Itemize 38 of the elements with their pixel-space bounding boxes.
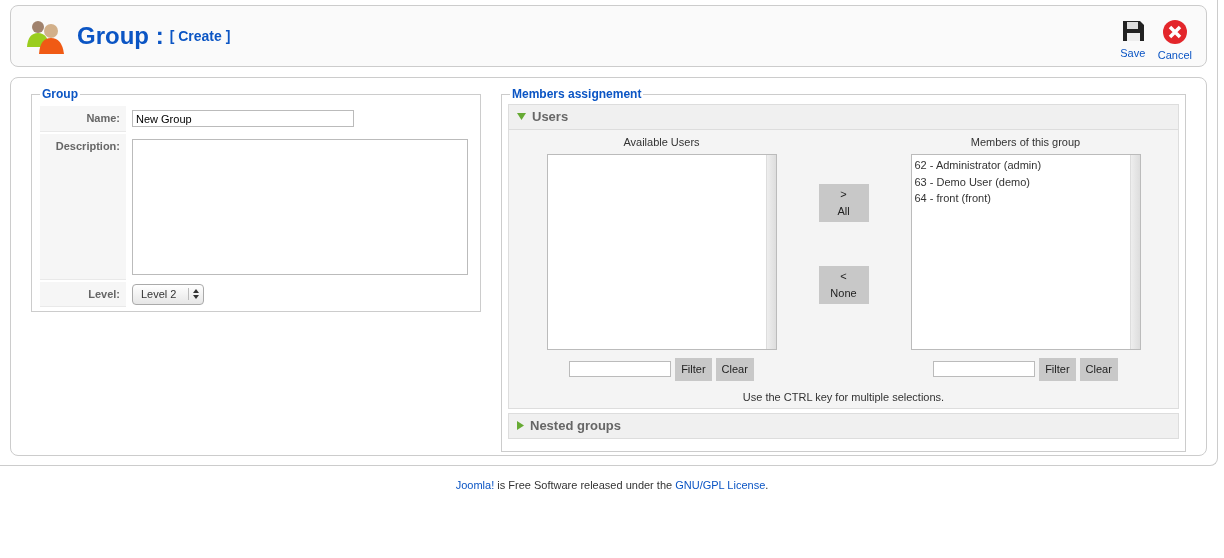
close-icon <box>1161 18 1188 45</box>
filter-button[interactable]: Filter <box>1039 358 1076 381</box>
description-field[interactable] <box>132 138 468 275</box>
list-option[interactable]: 64 - front (front) <box>914 190 1127 207</box>
cancel-button[interactable]: Cancel <box>1151 18 1198 64</box>
page-subtitle: [ Create ] <box>169 26 231 46</box>
up-down-arrows-icon <box>193 289 199 300</box>
name-field[interactable]: New Group <box>132 110 354 128</box>
footer-link[interactable]: Joomla! <box>455 479 495 491</box>
save-button[interactable]: Save <box>1113 18 1152 64</box>
panel-header[interactable]: Nested groups <box>509 414 1178 438</box>
fieldset-legend: Group <box>40 88 80 100</box>
list-option[interactable]: 63 - Demo User (demo) <box>914 173 1127 190</box>
fieldset-legend: Members assignement <box>510 88 644 100</box>
scrollbar[interactable] <box>1129 155 1140 349</box>
field-label: Description: <box>40 133 126 280</box>
clear-button[interactable]: Clear <box>715 358 754 381</box>
filter-field[interactable] <box>933 361 1036 378</box>
list-heading: Members of this group <box>970 134 1081 150</box>
filter-button[interactable]: Filter <box>675 358 712 381</box>
panel-header[interactable]: Users <box>509 105 1178 129</box>
available-users-list[interactable] <box>546 154 777 350</box>
hint-text: Use the CTRL key for multiple selections. <box>741 389 946 405</box>
collapsed-triangle-icon <box>517 421 524 431</box>
remove-all-button[interactable]: < None <box>818 265 869 304</box>
field-label: Level: <box>40 281 126 307</box>
page-title: Group : <box>77 21 164 51</box>
list-heading: Available Users <box>623 134 700 150</box>
level-select[interactable]: Level 2 <box>132 284 204 305</box>
expanded-triangle-icon <box>517 113 526 121</box>
filter-field[interactable] <box>569 361 672 378</box>
add-all-button[interactable]: > All <box>818 183 869 222</box>
footer-text: Joomla! is Free Software released under the GNU/GPL License. <box>454 478 770 493</box>
field-label: Name: <box>40 106 126 132</box>
list-option[interactable]: 62 - Administrator (admin) <box>914 157 1127 174</box>
clear-button[interactable]: Clear <box>1079 358 1118 381</box>
scrollbar[interactable] <box>765 155 776 349</box>
members-list[interactable]: 62 - Administrator (admin) 63 - Demo User (demo) 64 - front (front) <box>910 154 1141 350</box>
